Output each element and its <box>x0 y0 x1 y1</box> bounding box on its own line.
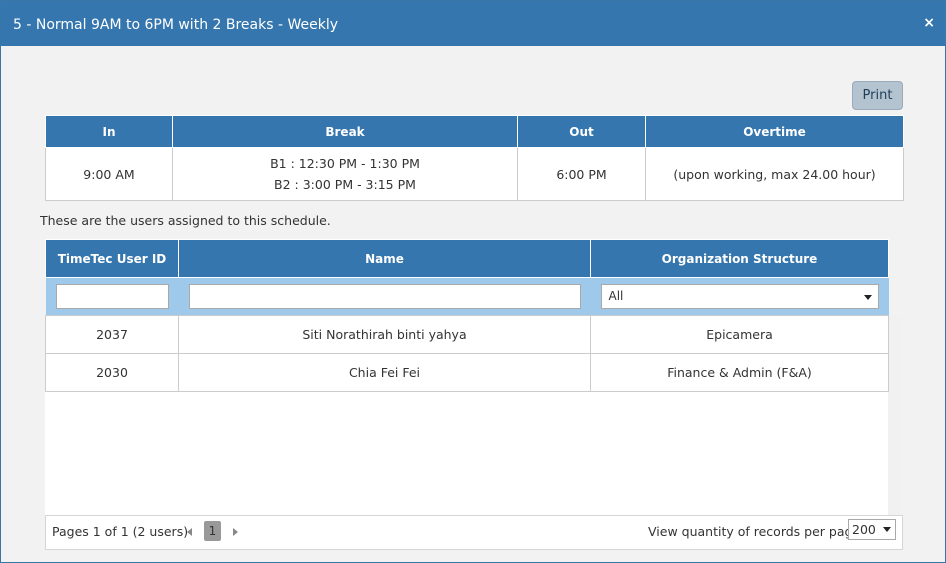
page-number-button[interactable]: 1 <box>204 521 221 541</box>
break-2: B2 : 3:00 PM - 3:15 PM <box>274 177 416 192</box>
schedule-dialog: 5 - Normal 9AM to 6PM with 2 Breaks - We… <box>0 0 946 563</box>
col-header-overtime: Overtime <box>645 115 904 148</box>
col-header-in: In <box>45 115 173 148</box>
org-structure-filter-select[interactable]: All <box>600 284 879 309</box>
per-page-select[interactable]: 200 <box>848 519 896 540</box>
user-id-cell: 2037 <box>45 315 179 354</box>
col-header-org-structure[interactable]: Organization Structure <box>590 239 889 278</box>
users-table: TimeTec User ID Name Organization Struct… <box>45 239 889 392</box>
col-header-out: Out <box>517 115 646 148</box>
user-id-filter-input[interactable] <box>55 284 169 309</box>
user-name-cell: Siti Norathirah binti yahya <box>178 315 591 354</box>
chevron-down-icon <box>883 527 891 532</box>
col-header-user-id[interactable]: TimeTec User ID <box>45 239 179 278</box>
assigned-users-note: These are the users assigned to this sch… <box>40 213 331 228</box>
chevron-left-icon[interactable] <box>187 528 192 536</box>
schedule-row: 9:00 AM B1 : 12:30 PM - 1:30 PM B2 : 3:0… <box>45 147 904 201</box>
table-row[interactable]: 2037 Siti Norathirah binti yahya Epicame… <box>45 315 889 354</box>
break-1: B1 : 12:30 PM - 1:30 PM <box>270 156 420 171</box>
user-id-cell: 2030 <box>45 353 179 392</box>
out-time: 6:00 PM <box>517 147 646 201</box>
org-filter-value: All <box>608 289 624 303</box>
filter-cell-org: All <box>590 277 889 316</box>
pagination-bar: Pages 1 of 1 (2 users) 1 View quantity o… <box>45 515 903 550</box>
scrollbar-track[interactable] <box>888 316 902 516</box>
in-time: 9:00 AM <box>45 147 173 201</box>
close-icon[interactable]: × <box>923 15 935 31</box>
col-header-break: Break <box>172 115 518 148</box>
dialog-titlebar: 5 - Normal 9AM to 6PM with 2 Breaks - We… <box>1 1 945 46</box>
filter-cell-user-id <box>45 277 179 316</box>
user-org-cell: Epicamera <box>590 315 889 354</box>
dialog-title: 5 - Normal 9AM to 6PM with 2 Breaks - We… <box>13 17 339 33</box>
filter-cell-name <box>178 277 591 316</box>
user-org-cell: Finance & Admin (F&A) <box>590 353 889 392</box>
chevron-right-icon[interactable] <box>233 528 238 536</box>
table-row[interactable]: 2030 Chia Fei Fei Finance & Admin (F&A) <box>45 353 889 392</box>
page-summary: Pages 1 of 1 (2 users) <box>52 524 189 539</box>
user-name-cell: Chia Fei Fei <box>178 353 591 392</box>
overtime-rule: (upon working, max 24.00 hour) <box>645 147 904 201</box>
per-page-label: View quantity of records per page <box>648 524 861 539</box>
per-page-value: 200 <box>852 522 876 537</box>
name-filter-input[interactable] <box>188 284 581 309</box>
users-header-row: TimeTec User ID Name Organization Struct… <box>45 239 889 278</box>
filter-row: All <box>45 277 889 316</box>
chevron-down-icon <box>863 295 872 300</box>
break-times: B1 : 12:30 PM - 1:30 PM B2 : 3:00 PM - 3… <box>172 147 518 201</box>
schedule-table: In Break Out Overtime 9:00 AM B1 : 12:30… <box>45 115 904 201</box>
col-header-name[interactable]: Name <box>178 239 591 278</box>
print-button[interactable]: Print <box>852 81 903 110</box>
schedule-header-row: In Break Out Overtime <box>45 115 904 148</box>
